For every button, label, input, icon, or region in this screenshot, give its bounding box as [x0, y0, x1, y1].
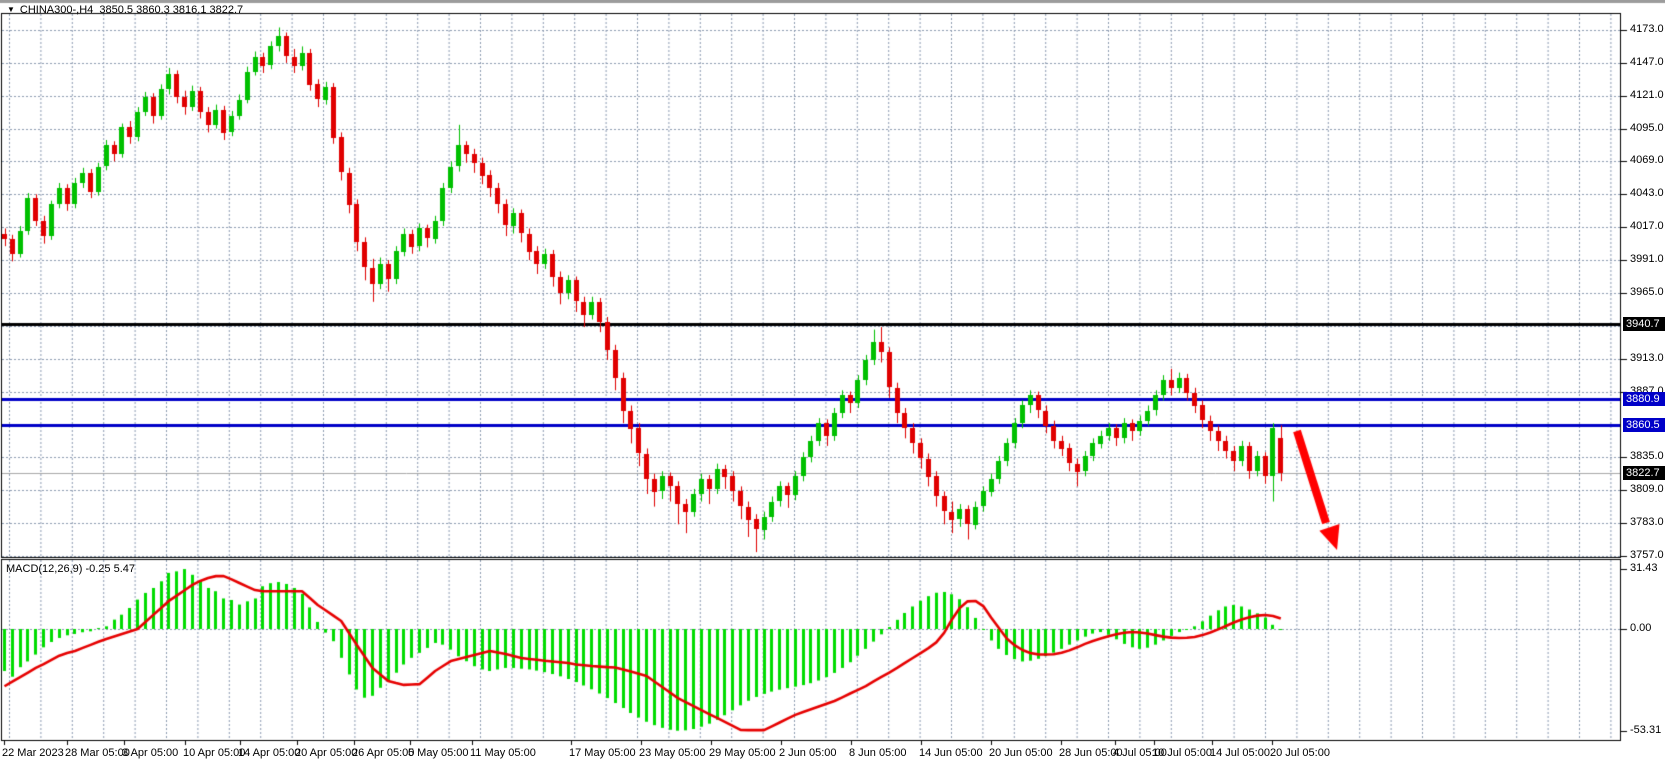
- chart-window: ▼CHINA300-,H4 3850.5 3860.3 3816.1 3822.…: [0, 0, 1665, 765]
- price-chart-canvas[interactable]: [0, 0, 1665, 765]
